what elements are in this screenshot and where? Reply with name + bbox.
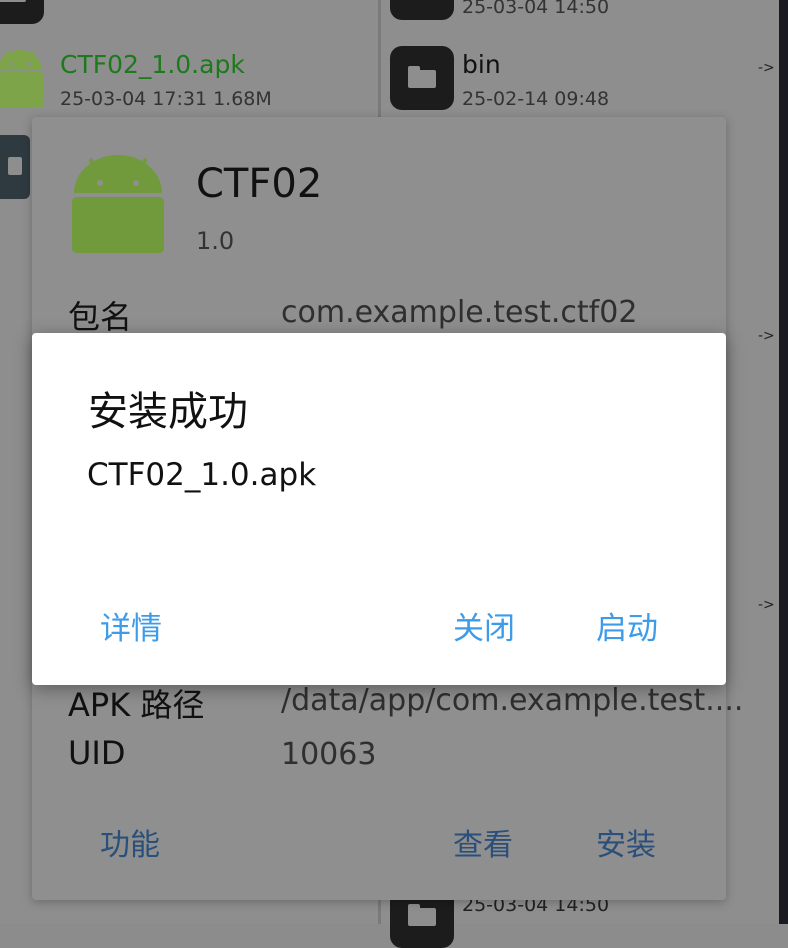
uid-label: UID xyxy=(68,734,126,772)
document-icon xyxy=(0,135,30,199)
folder-icon xyxy=(390,0,454,20)
bin-folder-meta: 25-02-14 09:48 xyxy=(462,88,610,110)
view-button[interactable]: 查看 xyxy=(453,820,513,864)
android-app-icon xyxy=(0,50,44,108)
launch-button[interactable]: 启动 xyxy=(596,603,658,648)
details-button[interactable]: 详情 xyxy=(100,603,162,648)
package-value: com.example.test.ctf02 xyxy=(281,295,638,330)
app-version: 1.0 xyxy=(196,227,235,255)
dialog-title: 安装成功 xyxy=(88,389,248,435)
uid-value: 10063 xyxy=(281,737,377,772)
android-app-icon xyxy=(72,155,164,253)
functions-button[interactable]: 功能 xyxy=(100,820,160,864)
symlink-arrow: -> xyxy=(758,597,775,613)
bin-folder-name[interactable]: bin xyxy=(462,50,501,79)
dialog-message: CTF02_1.0.apk xyxy=(87,457,317,493)
folder-icon xyxy=(0,0,44,24)
folder-icon[interactable] xyxy=(390,46,454,110)
install-button[interactable]: 安装 xyxy=(596,820,656,864)
app-name: CTF02 xyxy=(196,161,323,207)
apk-path-label: APK 路径 xyxy=(68,686,205,724)
install-success-dialog: 安装成功 CTF02_1.0.apk 详情 关闭 启动 xyxy=(32,333,726,685)
window-edge xyxy=(779,0,788,924)
symlink-arrow: -> xyxy=(758,60,775,76)
apk-file-meta: 25-03-04 17:31 1.68M xyxy=(60,88,272,110)
package-label: 包名 xyxy=(68,298,133,336)
close-button[interactable]: 关闭 xyxy=(453,603,515,648)
symlink-arrow: -> xyxy=(758,328,775,344)
apk-path-value: /data/app/com.example.test.... xyxy=(281,683,744,718)
apk-file-name[interactable]: CTF02_1.0.apk xyxy=(60,50,245,79)
top-entry-meta: 25-03-04 14:50 xyxy=(462,0,610,18)
